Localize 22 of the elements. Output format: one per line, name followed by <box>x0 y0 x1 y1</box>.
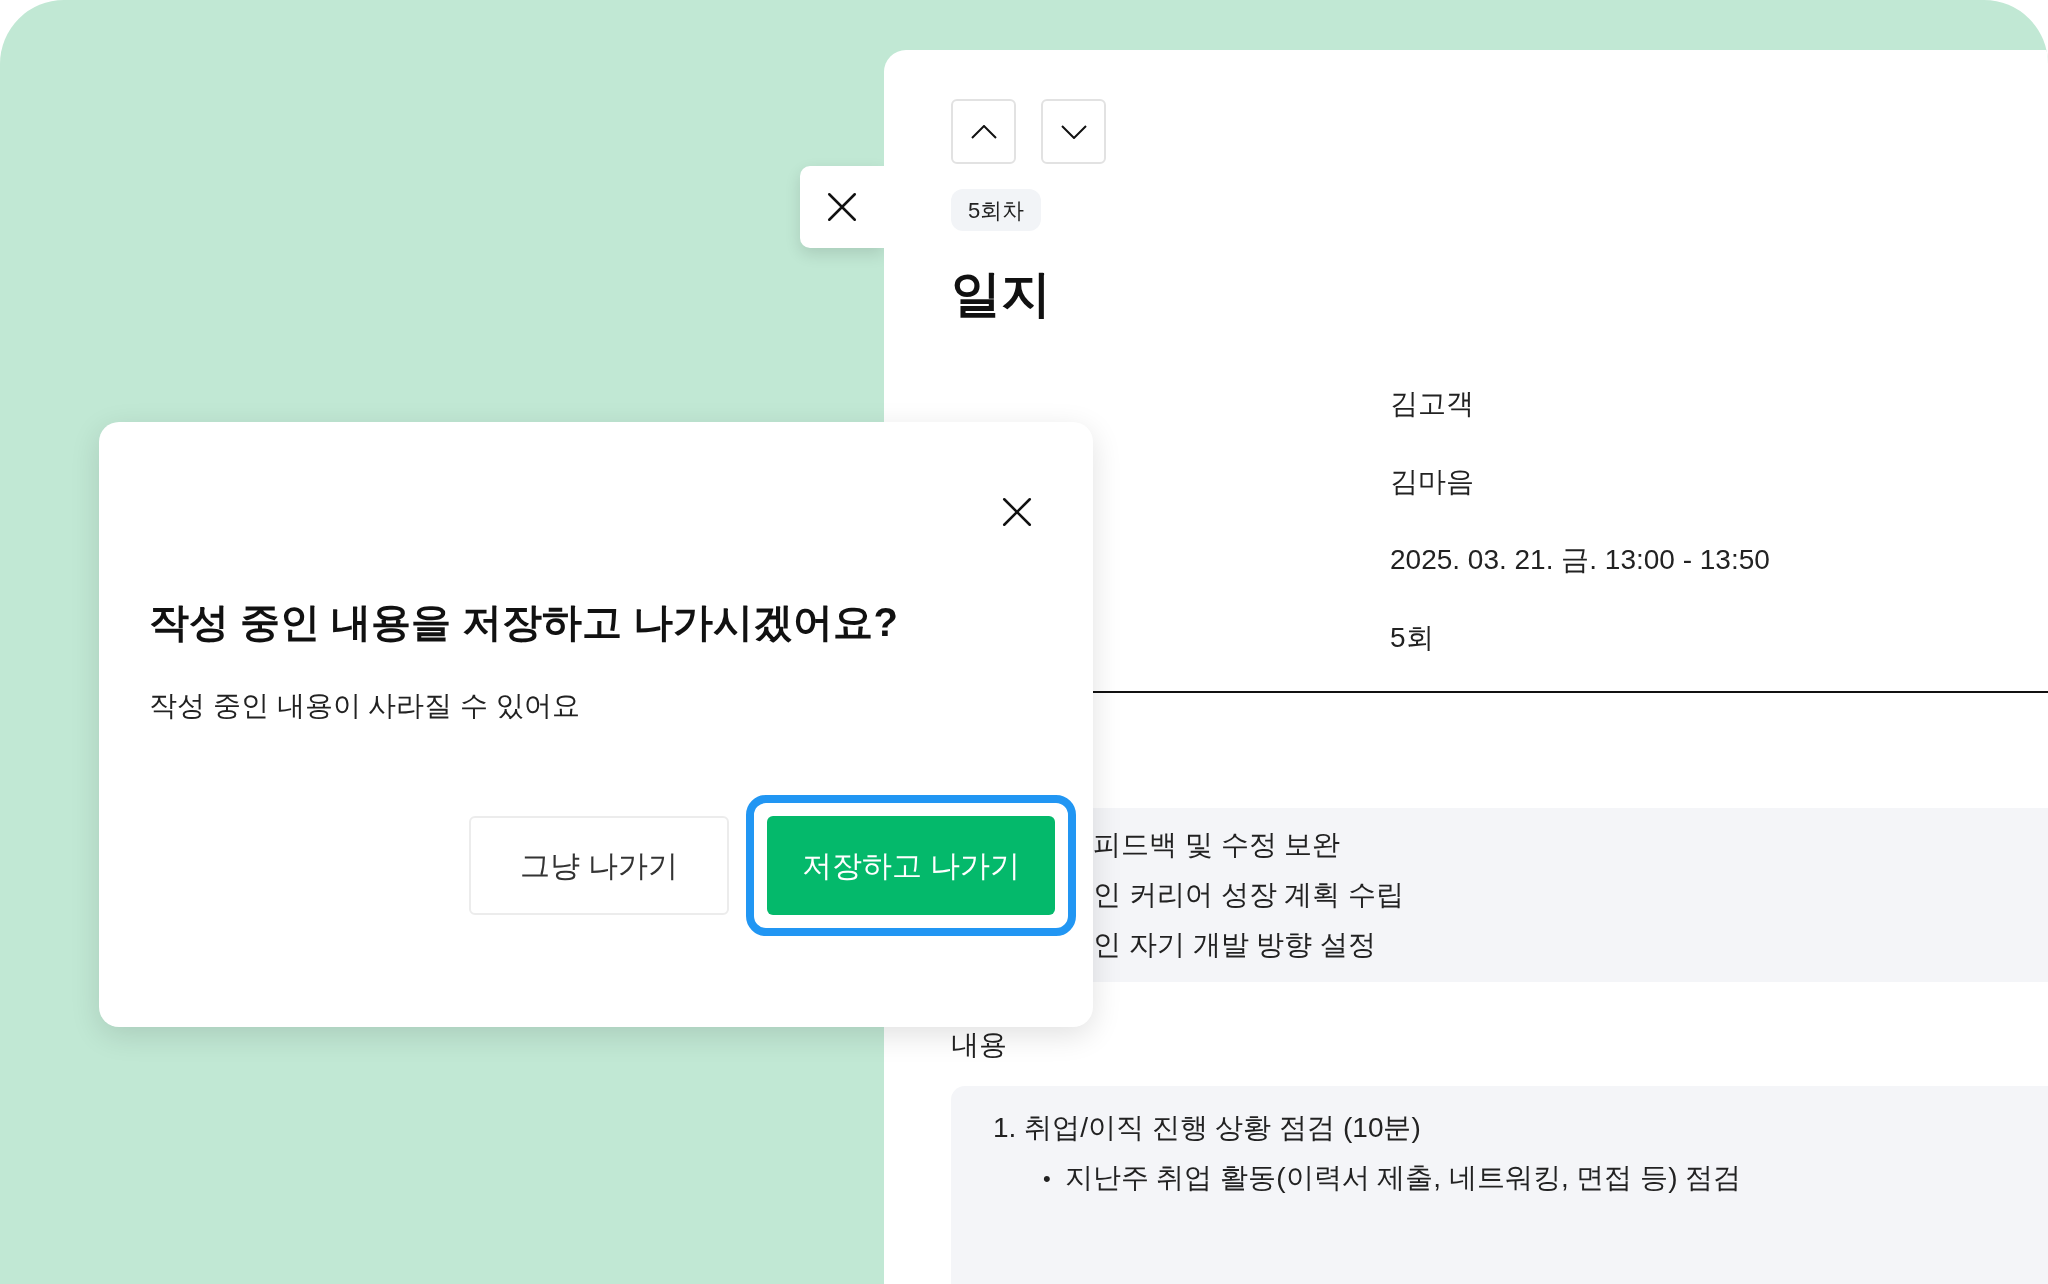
chevron-down-icon <box>1060 124 1087 139</box>
info-value: 김고객 <box>1390 387 1474 421</box>
info-value: 2025. 03. 21. 금. 13:00 - 13:50 <box>1390 543 1770 577</box>
close-icon <box>1000 495 1034 529</box>
goal-text: 피드백 및 수정 보완 <box>1093 828 1342 862</box>
info-value: 5회 <box>1390 621 1434 655</box>
section-label: 내용 <box>951 1028 1008 1062</box>
chevron-up-icon <box>970 124 997 139</box>
dialog-message: 작성 중인 내용이 사라질 수 있어요 <box>149 689 581 723</box>
close-icon <box>825 190 859 224</box>
bullet-mark: • <box>1043 1164 1051 1193</box>
goal-text: 인 자기 개발 방향 설정 <box>1093 928 1378 962</box>
content-text: 지난주 취업 활동(이력서 제출, 네트워킹, 면접 등) 점검 <box>1064 1161 1742 1195</box>
page-title: 일지 <box>951 269 1052 319</box>
goal-text: 인 커리어 성장 계획 수립 <box>1093 878 1406 912</box>
close-button[interactable] <box>1000 495 1034 529</box>
info-value: 김마음 <box>1390 465 1474 499</box>
exit-button[interactable]: 그냥 나가기 <box>469 816 729 915</box>
content-text: 1. 취업/이직 진행 상황 점검 (10분) <box>993 1111 1422 1145</box>
close-button[interactable] <box>800 166 884 248</box>
session-badge: 5회차 <box>951 189 1042 231</box>
dialog-title: 작성 중인 내용을 저장하고 나가시겠어요? <box>149 599 899 646</box>
